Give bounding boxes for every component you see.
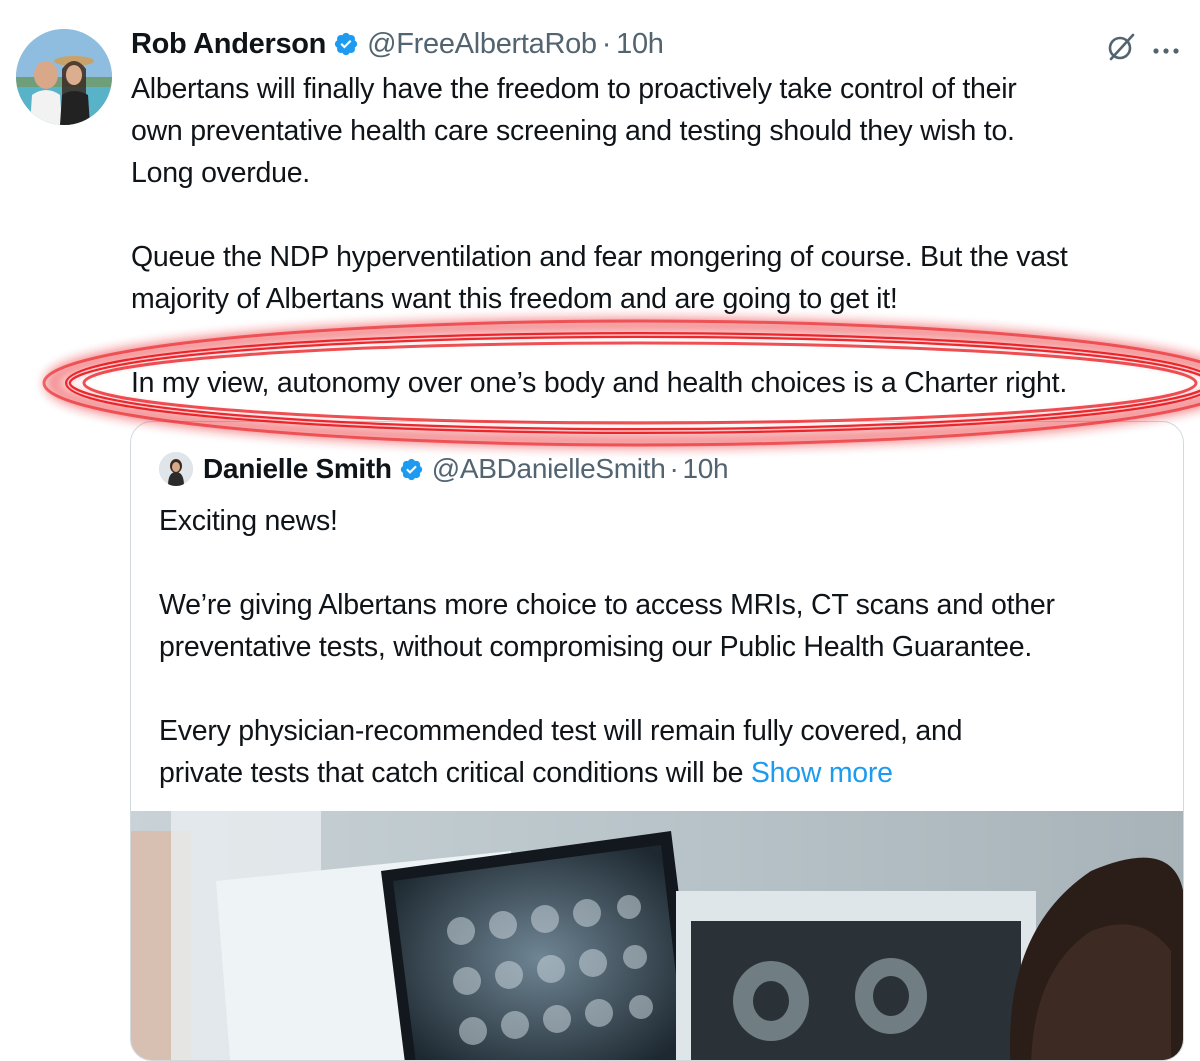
quoted-tweet-text: Exciting news! We’re giving Albertans mo… [159,500,1169,794]
quoted-author-handle[interactable]: @ABDanielleSmith [432,453,666,485]
quoted-timestamp[interactable]: 10h [683,453,729,485]
more-options-icon[interactable] [1152,42,1182,60]
quoted-tweet-header: Danielle Smith @ABDanielleSmith · 10h [203,449,729,489]
show-more-link[interactable]: Show more [751,757,893,789]
quoted-tweet-card[interactable]: Danielle Smith @ABDanielleSmith · 10h Ex… [130,421,1184,1061]
tweet-paragraph-3: In my view, autonomy over one’s body and… [131,367,1067,399]
author-avatar[interactable] [16,29,112,125]
quoted-verified-badge-icon[interactable] [399,457,424,482]
tweet-paragraph-2: Queue the NDP hyperventilation and fear … [131,241,1068,315]
author-name[interactable]: Rob Anderson [131,28,326,61]
verified-badge-icon[interactable] [333,31,359,57]
quoted-paragraph-1: Exciting news! [159,505,338,537]
quoted-tweet-media-image[interactable] [131,811,1183,1060]
separator-dot: · [601,27,612,60]
tweet-text: Albertans will finally have the freedom … [131,68,1191,404]
quoted-author-name[interactable]: Danielle Smith [203,453,392,485]
author-handle[interactable]: @FreeAlbertaRob [367,28,597,61]
quoted-paragraph-3: Every physician-recommended test will re… [159,710,1169,794]
quoted-paragraph-2: We’re giving Albertans more choice to ac… [159,589,1055,663]
quoted-author-avatar[interactable] [159,452,193,486]
tweet-paragraph-1: Albertans will finally have the freedom … [131,73,1017,189]
quoted-separator-dot: · [669,453,679,484]
timestamp[interactable]: 10h [616,28,664,61]
tweet-header: Rob Anderson @FreeAlbertaRob · 10h [131,24,664,64]
grok-icon[interactable] [1106,32,1136,67]
